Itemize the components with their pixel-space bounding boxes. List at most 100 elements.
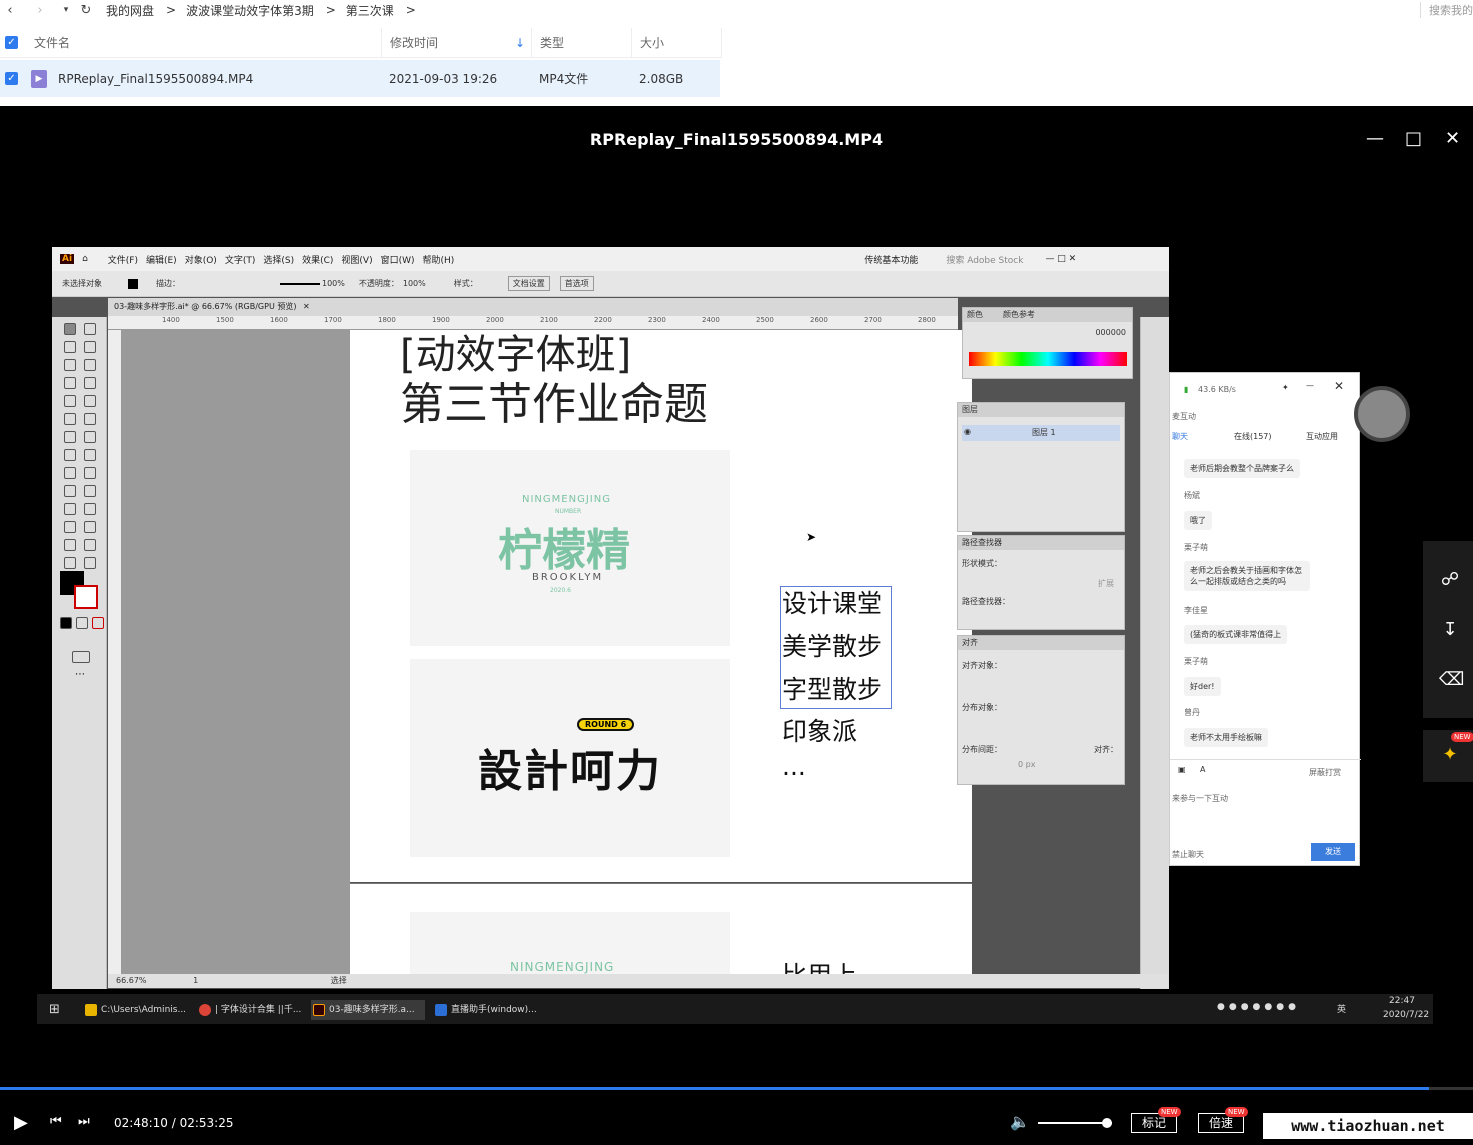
- card-lemon-top: NINGMENGJING: [522, 494, 611, 505]
- free-transform-tool-icon: [84, 449, 96, 461]
- minimize-icon[interactable]: —: [1366, 128, 1384, 149]
- next-icon[interactable]: ⏭: [78, 1114, 90, 1129]
- card-lemon-bottom: BROOKLYM: [532, 572, 604, 583]
- forward-icon[interactable]: ›: [30, 3, 50, 18]
- direct-selection-tool-icon: [84, 323, 96, 335]
- new-badge: NEW: [1158, 1107, 1181, 1117]
- pin-button[interactable]: ✦ NEW: [1423, 730, 1473, 782]
- clock-time: 22:47: [1389, 996, 1415, 1006]
- color-panel: 颜色 颜色参考 000000: [962, 307, 1133, 379]
- pin-icon: ✦: [1282, 383, 1289, 392]
- rectangle-tool-icon: [64, 395, 76, 407]
- taskbar-item: | 字体设计合集 ||千...: [197, 1000, 303, 1020]
- ai-window-controls-icon: — □ ✕: [1045, 254, 1077, 264]
- back-icon[interactable]: ‹: [0, 3, 20, 18]
- chat-message: 老师不太用手绘板嘛: [1184, 728, 1268, 747]
- pasteboard: [122, 330, 350, 980]
- illustrator-logo-icon: Ai: [60, 254, 75, 264]
- ruler-label: 1800: [378, 316, 396, 324]
- refresh-icon[interactable]: ↻: [76, 3, 96, 18]
- column-type[interactable]: 类型: [532, 27, 632, 58]
- player-title: RPReplay_Final1595500894.MP4: [589, 130, 884, 149]
- column-name[interactable]: 文件名: [18, 27, 382, 58]
- status-tool: 选择: [330, 976, 347, 985]
- file-checkbox[interactable]: ✓: [5, 72, 18, 85]
- time-display: 02:48:10 / 02:53:25: [114, 1116, 233, 1130]
- video-frame[interactable]: Ai ⌂ 文件(F) 编辑(E) 对象(O) 文字(T) 选择(S) 效果(C)…: [52, 247, 1169, 989]
- select-all-checkbox[interactable]: ✓: [5, 36, 18, 49]
- color-panel-header: 颜色 颜色参考: [963, 308, 1132, 322]
- mouse-cursor-icon: ➤: [806, 530, 817, 544]
- delete-icon[interactable]: ⌫: [1439, 669, 1464, 690]
- column-size[interactable]: 大小: [632, 27, 722, 58]
- breadcrumb-item[interactable]: 波波课堂动效字体第3期: [186, 2, 314, 19]
- search-input[interactable]: 搜索我的: [1420, 2, 1473, 18]
- volume-icon[interactable]: 🔈: [1010, 1112, 1030, 1131]
- tab-close-icon: ✕: [303, 302, 310, 311]
- card-design-main: 設計呵力: [478, 746, 662, 797]
- page-number: 1: [193, 976, 199, 985]
- share-icon[interactable]: ☍: [1439, 569, 1461, 590]
- color-hex: 000000: [1095, 328, 1126, 337]
- pen-tool-icon: [64, 359, 76, 371]
- watermark: www.tiaozhuan.net: [1263, 1113, 1473, 1139]
- taskbar-item-label: | 字体设计合集 ||千...: [215, 1005, 302, 1015]
- taskbar-item: C:\Users\Adminis...: [83, 1000, 189, 1020]
- ai-menu-bar: Ai ⌂ 文件(F) 编辑(E) 对象(O) 文字(T) 选择(S) 效果(C)…: [52, 247, 1169, 271]
- opacity-value: 100%: [402, 279, 426, 288]
- chrome-icon: [199, 1004, 211, 1016]
- chat-user: 曾丹: [1184, 708, 1200, 717]
- progress-bar[interactable]: [0, 1087, 1473, 1090]
- shaper-tool-icon: [64, 413, 76, 425]
- gradient-tool-icon: [84, 485, 96, 497]
- selection-tool-icon: [64, 323, 76, 335]
- taskbar-item-label: 直播助手(window)...: [451, 1005, 537, 1015]
- font-icon: A: [1200, 765, 1206, 774]
- ruler-label: 2600: [810, 316, 828, 324]
- volume-slider[interactable]: [1038, 1122, 1112, 1124]
- nav-bar: ‹ › ▾ ↻ 我的网盘 > 波波课堂动效字体第3期 > 第三次课 > 搜索我的: [0, 0, 1473, 20]
- floating-camera-bubble: [1354, 386, 1410, 442]
- prefs-button: 首选项: [559, 276, 594, 291]
- menu-item: 帮助(H): [422, 255, 455, 266]
- stroke-color-icon: [74, 585, 98, 609]
- volume-knob[interactable]: [1101, 1118, 1112, 1128]
- file-list-header: ✓ 文件名 修改时间 ↓ 类型 大小: [0, 27, 722, 58]
- live-chat-window: ▮ 43.6 KB/s ✦ — ✕ 麦互动 聊天 在线(157) 互动应用 老师…: [1169, 372, 1361, 866]
- close-icon[interactable]: ✕: [1445, 128, 1460, 149]
- menu-item: 文件(F): [107, 255, 138, 266]
- chat-message: (猛奇的板式课非常值得上: [1184, 625, 1288, 644]
- windows-start-icon: ⊞: [49, 1002, 60, 1017]
- pathfinder-panel: 路径查找器 形状模式： 扩展 路径查找器：: [957, 535, 1125, 630]
- download-icon[interactable]: ↧: [1439, 619, 1461, 640]
- ruler-label: 2800: [918, 316, 936, 324]
- color-tab: 颜色: [967, 310, 983, 319]
- card-lemon2-top: NINGMENGJING: [510, 960, 615, 974]
- history-dropdown-icon[interactable]: ▾: [56, 5, 76, 15]
- chat-message: 哦了: [1184, 511, 1212, 530]
- breadcrumb-item[interactable]: 我的网盘: [106, 2, 154, 19]
- layer-row: 图层 1: [962, 425, 1120, 441]
- maximize-icon[interactable]: □: [1405, 128, 1422, 149]
- file-row[interactable]: ✓ ▶ RPReplay_Final1595500894.MP4 2021-09…: [0, 60, 720, 97]
- brush-pct: 100%: [322, 279, 345, 288]
- column-modified[interactable]: 修改时间 ↓: [382, 27, 532, 58]
- artboard: [动效字体班] 第三节作业命题 NINGMENGJING NUMBER 柠檬精 …: [350, 330, 972, 882]
- graph-tool-icon: [84, 521, 96, 533]
- menu-item: 对象(O): [184, 255, 217, 266]
- tray-icons: ●●●●●●●: [1217, 1002, 1300, 1012]
- illustrator-icon: [313, 1004, 325, 1016]
- zoom-level: 66.67%: [116, 976, 147, 985]
- paintbrush-tool-icon: [84, 395, 96, 407]
- file-size: 2.08GB: [639, 71, 684, 86]
- stock-search: 搜索 Adobe Stock: [946, 255, 1024, 266]
- play-icon[interactable]: ▶: [14, 1112, 28, 1133]
- menu-item: 窗口(W): [380, 255, 415, 266]
- previous-icon[interactable]: ⏮: [50, 1114, 62, 1129]
- warp-tool-icon: [64, 449, 76, 461]
- ai-control-bar: 未选择对象 描边： 100% 不透明度： 100% 样式： 文档设置 首选项: [52, 271, 1169, 297]
- menu-item: 视图(V): [341, 255, 373, 266]
- chat-message-text: 哦了: [1184, 511, 1212, 530]
- folder-icon: [85, 1004, 97, 1016]
- breadcrumb-item[interactable]: 第三次课: [346, 2, 394, 19]
